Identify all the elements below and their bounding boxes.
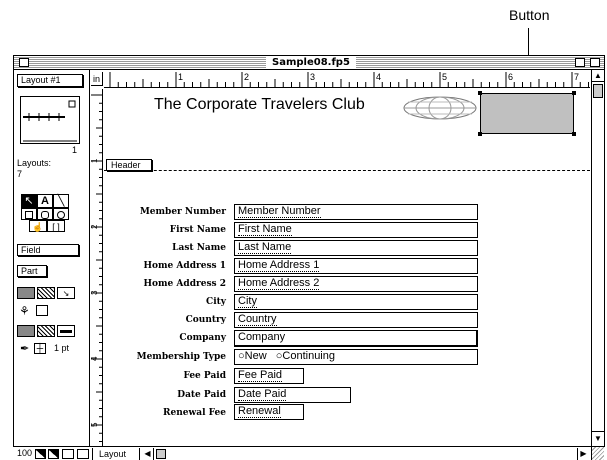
- field-company[interactable]: Company: [234, 330, 478, 347]
- radio-circle-icon: ○: [238, 350, 245, 362]
- collapse-box[interactable]: [590, 58, 600, 67]
- ruler-mark-label: 4: [91, 356, 99, 361]
- line-width-label: 1 pt: [54, 343, 70, 353]
- vertical-ruler: 1 2 3 4 5: [91, 89, 103, 446]
- line-width-popup-icon[interactable]: [57, 325, 75, 337]
- filemaker-window: Sample08.fp5 Layout #1 1 Layouts: 7 ↖ A …: [13, 55, 605, 460]
- layout-button[interactable]: [478, 91, 576, 136]
- ruler-unit[interactable]: in: [91, 72, 103, 86]
- field-fee-paid[interactable]: Fee Paid: [234, 368, 304, 384]
- field-membership-type[interactable]: ○New ○Continuing: [234, 349, 478, 365]
- callout-label: Button: [509, 7, 550, 23]
- ruler-mark-label: 2: [91, 224, 99, 229]
- label-city: City: [206, 297, 226, 307]
- layout-popup[interactable]: Layout #1: [17, 74, 83, 87]
- ruler-mark-label: 7: [574, 72, 579, 82]
- label-first-name: First Name: [169, 225, 226, 235]
- field-date-paid[interactable]: Date Paid: [234, 387, 351, 403]
- pen-pattern-icon[interactable]: [37, 325, 55, 337]
- ruler-mark-label: 5: [91, 422, 99, 427]
- rounded-rectangle-tool-icon[interactable]: [37, 208, 53, 220]
- ruler-mark-label: 3: [91, 290, 99, 295]
- field-renewal-fee[interactable]: Renewal: [234, 404, 304, 420]
- fill-pattern-icon[interactable]: [37, 287, 55, 299]
- zoom-box[interactable]: [575, 58, 585, 67]
- layout-heading[interactable]: The Corporate Travelers Club: [154, 96, 365, 114]
- field-member-number[interactable]: Member Number: [234, 204, 478, 220]
- horizontal-ruler: 1 2 3 4 5 6 7: [104, 70, 590, 88]
- fill-sample-icon: [36, 305, 48, 316]
- resize-grip-icon[interactable]: [591, 446, 604, 460]
- book-icon[interactable]: [20, 96, 80, 144]
- zoom-out-icon[interactable]: [35, 449, 46, 459]
- button-tool-icon[interactable]: ☝: [29, 220, 47, 232]
- scroll-down-arrow-icon[interactable]: ▼: [592, 431, 604, 445]
- globe-logo-icon[interactable]: [400, 95, 480, 126]
- ruler-mark-label: 1: [178, 72, 183, 82]
- pointer-tool-icon[interactable]: ↖: [21, 194, 37, 208]
- field-home-address-2[interactable]: Home Address 2: [234, 276, 478, 292]
- fill-color-icon[interactable]: [17, 287, 35, 299]
- header-part-label[interactable]: Header: [106, 159, 152, 171]
- layouts-label: Layouts:: [17, 158, 52, 168]
- status-area-toggle-icon[interactable]: [62, 449, 74, 459]
- label-home-address-1: Home Address 1: [143, 261, 226, 271]
- close-box[interactable]: [19, 58, 29, 67]
- scroll-left-arrow-icon[interactable]: ◀: [142, 448, 154, 460]
- vertical-scrollbar[interactable]: ▲ ▼: [591, 70, 604, 446]
- pen-icon[interactable]: ✒: [20, 342, 29, 355]
- pen-color-icon[interactable]: [17, 325, 35, 337]
- field-last-name[interactable]: Last Name: [234, 240, 478, 256]
- field-popup[interactable]: Field: [17, 244, 79, 256]
- title-bar[interactable]: Sample08.fp5: [14, 56, 604, 70]
- layout-canvas: The Corporate Travelers Club Header Memb…: [104, 89, 590, 446]
- ruler-mark-label: 2: [244, 72, 249, 82]
- label-last-name: Last Name: [172, 243, 226, 253]
- fill-bucket-icon[interactable]: ⚘: [19, 304, 30, 318]
- radio-continuing[interactable]: ○Continuing: [276, 350, 335, 362]
- label-membership-type: Membership Type: [136, 352, 226, 362]
- page-number: 1: [72, 145, 78, 155]
- oval-tool-icon[interactable]: [53, 208, 69, 220]
- scroll-up-arrow-icon[interactable]: ▲: [592, 70, 604, 82]
- rectangle-tool-icon[interactable]: [21, 208, 37, 220]
- field-first-name[interactable]: First Name: [234, 222, 478, 238]
- effects-icon[interactable]: ↘: [57, 287, 75, 299]
- label-renewal-fee: Renewal Fee: [163, 408, 226, 418]
- zoom-in-icon[interactable]: [48, 449, 59, 459]
- label-home-address-2: Home Address 2: [143, 279, 226, 289]
- label-country: Country: [185, 315, 226, 325]
- scroll-thumb[interactable]: [593, 84, 603, 98]
- ruler-mark-label: 6: [508, 72, 513, 82]
- window-title: Sample08.fp5: [266, 57, 356, 69]
- zoom-level[interactable]: 100: [17, 448, 32, 458]
- label-company: Company: [179, 333, 226, 343]
- radio-new[interactable]: ○New: [238, 350, 267, 362]
- part-popup[interactable]: Part: [17, 265, 47, 277]
- window-content: Layout #1 1 Layouts: 7 ↖ A ╲ ☝ [] Field…: [14, 70, 604, 460]
- layouts-count: 7: [17, 169, 23, 179]
- bottom-bar: 100 Layout ◀ ▶: [14, 446, 590, 460]
- horizontal-scroll-thumb[interactable]: [156, 449, 166, 459]
- ruler-mark-label: 1: [91, 158, 99, 163]
- label-date-paid: Date Paid: [177, 390, 226, 400]
- scroll-right-arrow-icon[interactable]: ▶: [577, 448, 589, 460]
- label-member-number: Member Number: [139, 207, 226, 217]
- label-fee-paid: Fee Paid: [183, 371, 226, 381]
- field-city[interactable]: City: [234, 294, 478, 310]
- field-country[interactable]: Country: [234, 312, 478, 328]
- header-part-boundary[interactable]: [104, 170, 590, 171]
- status-area: Layout #1 1 Layouts: 7 ↖ A ╲ ☝ [] Field…: [14, 70, 90, 446]
- field-home-address-1[interactable]: Home Address 1: [234, 258, 478, 274]
- ruler-mark-label: 4: [376, 72, 381, 82]
- ruler-mark-label: 5: [442, 72, 447, 82]
- text-tool-icon[interactable]: A: [37, 194, 53, 208]
- mode-toggle-icon[interactable]: [77, 449, 89, 459]
- mode-popup[interactable]: Layout: [92, 448, 140, 460]
- border-icon[interactable]: ┼: [34, 343, 46, 354]
- portal-tool-icon[interactable]: [ ]: [47, 220, 65, 232]
- line-tool-icon[interactable]: ╲: [53, 194, 69, 208]
- ruler-mark-label: 3: [310, 72, 315, 82]
